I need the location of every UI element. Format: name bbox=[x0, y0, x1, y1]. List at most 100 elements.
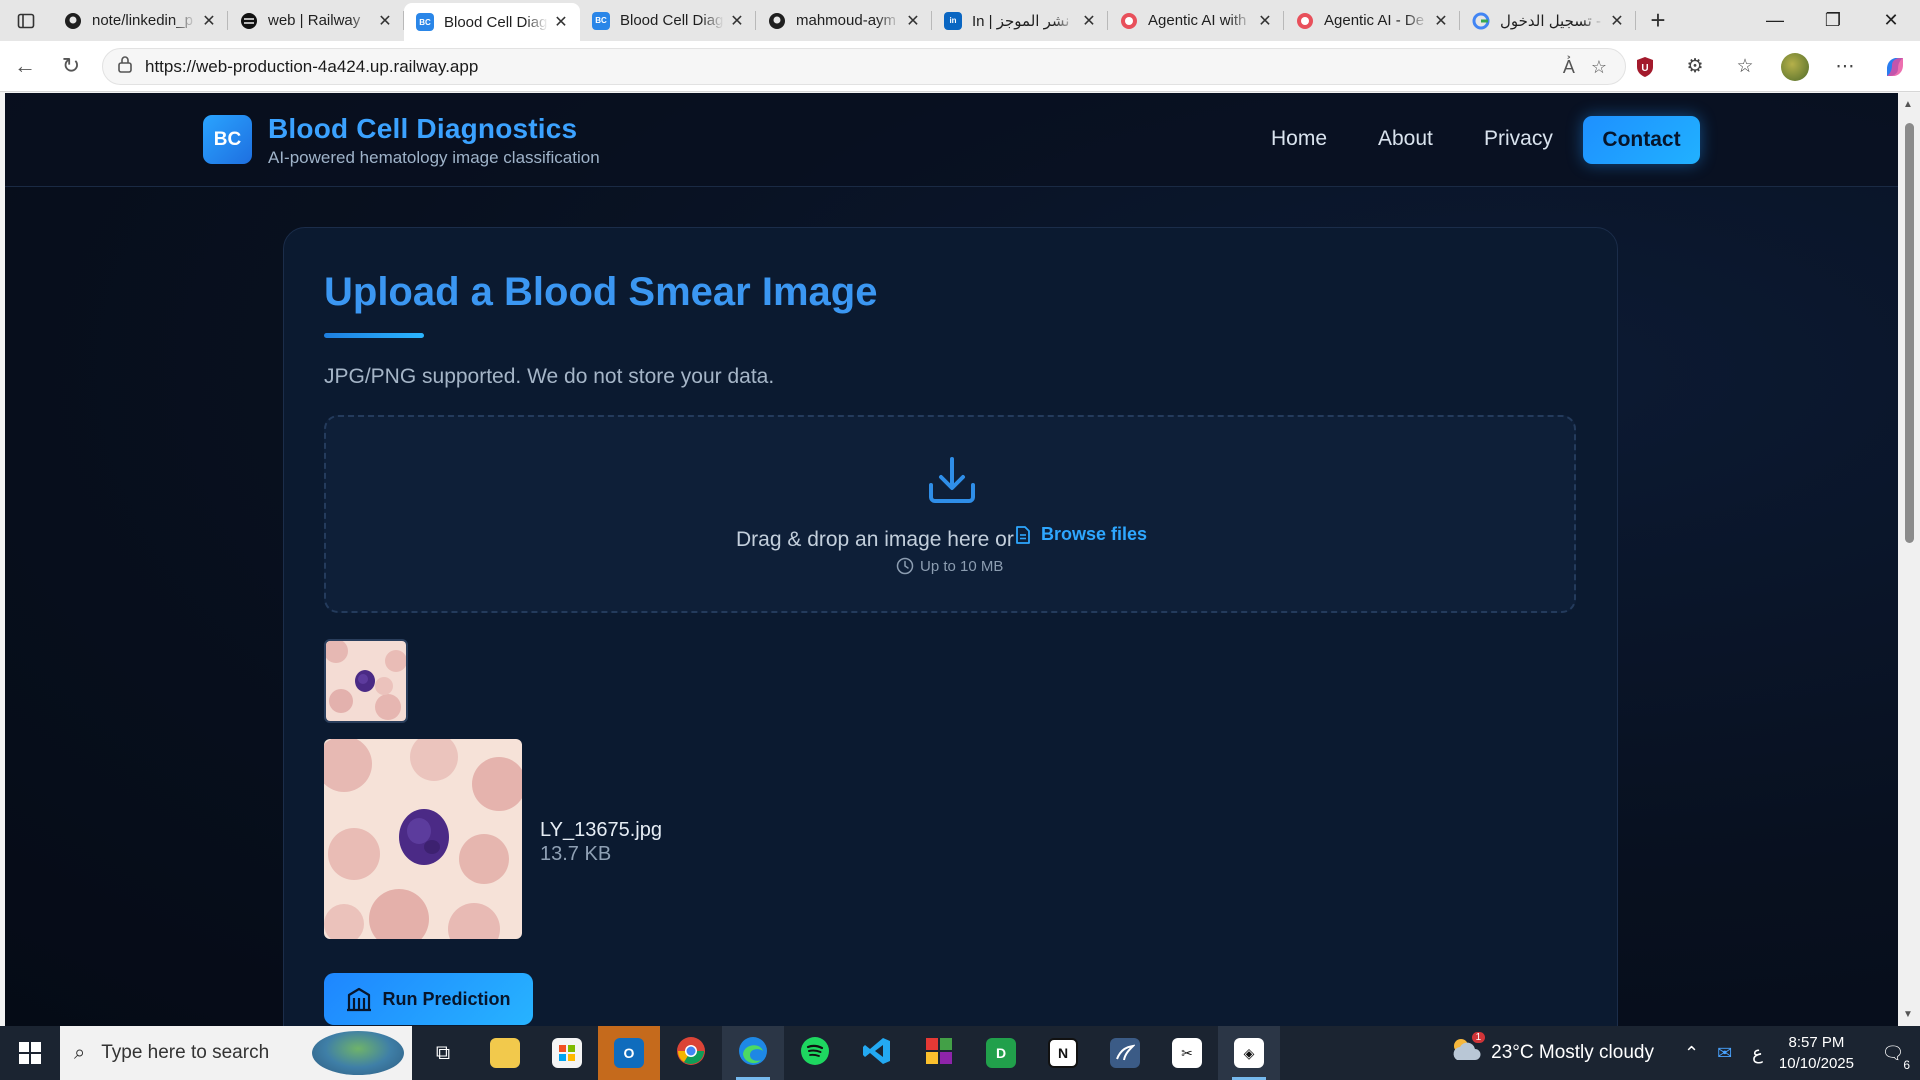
store-icon bbox=[552, 1038, 582, 1068]
browser-tab[interactable]: web | Railway ✕ bbox=[228, 0, 404, 41]
d-app-icon: D bbox=[986, 1038, 1016, 1068]
run-prediction-label: Run Prediction bbox=[382, 988, 511, 1009]
uploaded-image-thumbnail[interactable] bbox=[324, 639, 408, 723]
taskbar-app-mysql[interactable] bbox=[1094, 1026, 1156, 1080]
show-hidden-icons-chevron-icon[interactable]: ⌃ bbox=[1684, 1043, 1699, 1064]
close-icon[interactable]: ✕ bbox=[376, 11, 394, 31]
contact-button[interactable]: Contact bbox=[1583, 116, 1700, 164]
taskbar-search[interactable]: ⌕ Type here to search bbox=[60, 1026, 412, 1080]
weather-alert-badge: 1 bbox=[1471, 1032, 1486, 1043]
close-window-button[interactable]: ✕ bbox=[1862, 0, 1920, 41]
weather-widget[interactable]: 1 23°C Mostly cloudy bbox=[1449, 1032, 1654, 1070]
ublock-extension-icon[interactable]: U bbox=[1620, 41, 1670, 92]
browser-toolbar: ← ↻ https://web-production-4a424.up.rail… bbox=[0, 41, 1920, 92]
back-button[interactable]: ← bbox=[2, 46, 48, 86]
page-scrollbar[interactable]: ▲ ▼ bbox=[1898, 93, 1920, 1026]
restore-button[interactable]: ❐ bbox=[1804, 0, 1862, 41]
taskbar-app-file-explorer[interactable] bbox=[474, 1026, 536, 1080]
chrome-icon bbox=[676, 1036, 706, 1071]
browser-tab-active[interactable]: BC Blood Cell Diag ✕ bbox=[404, 3, 580, 41]
system-tray: 1 23°C Mostly cloudy ⌃ ✉ ع 8:57 PM 10/10… bbox=[1449, 1026, 1920, 1080]
read-aloud-icon[interactable]: A͐ bbox=[1563, 57, 1575, 78]
close-icon[interactable]: ✕ bbox=[200, 11, 218, 31]
taskbar-app-d[interactable]: D bbox=[970, 1026, 1032, 1080]
taskbar-search-placeholder: Type here to search bbox=[101, 1042, 270, 1063]
address-bar-actions: A͐ ☆ bbox=[1563, 49, 1607, 86]
browser-tab[interactable]: BC Blood Cell Diag ✕ bbox=[580, 0, 756, 41]
linkedin-icon: in bbox=[944, 11, 962, 30]
copilot-icon[interactable] bbox=[1870, 41, 1920, 92]
favorite-star-icon[interactable]: ☆ bbox=[1591, 57, 1607, 78]
browser-tab[interactable]: Agentic AI with ✕ bbox=[1108, 0, 1284, 41]
taskbar-clock[interactable]: 8:57 PM 10/10/2025 bbox=[1779, 1032, 1854, 1074]
windows-taskbar: ⌕ Type here to search ⧉ O D N ✂ ◈ 1 23°C… bbox=[0, 1026, 1920, 1080]
more-menu-icon[interactable]: ⋯ bbox=[1820, 41, 1870, 92]
tab-actions-button[interactable] bbox=[0, 0, 52, 41]
close-icon[interactable]: ✕ bbox=[552, 12, 570, 32]
scroll-up-arrow-icon[interactable]: ▲ bbox=[1903, 99, 1913, 110]
browser-tab[interactable]: mahmoud-aym ✕ bbox=[756, 0, 932, 41]
taskbar-app-edge[interactable] bbox=[722, 1026, 784, 1080]
close-icon[interactable]: ✕ bbox=[728, 11, 746, 31]
task-view-button[interactable]: ⧉ bbox=[412, 1026, 474, 1080]
close-icon[interactable]: ✕ bbox=[1608, 11, 1626, 31]
close-icon[interactable]: ✕ bbox=[1256, 11, 1274, 31]
input-language-indicator[interactable]: ع bbox=[1752, 1043, 1763, 1064]
scrollbar-thumb[interactable] bbox=[1905, 123, 1914, 543]
upload-note: JPG/PNG supported. We do not store your … bbox=[324, 365, 775, 388]
taskbar-app-cube[interactable]: ◈ bbox=[1218, 1026, 1280, 1080]
notification-center-button[interactable]: 🗨 6 bbox=[1872, 1026, 1914, 1080]
minimize-button[interactable]: — bbox=[1746, 0, 1804, 41]
tab-title: In | نشر الموجز bbox=[972, 12, 1070, 30]
site-info-icon[interactable] bbox=[117, 55, 133, 78]
extensions-icon[interactable]: ⚙ bbox=[1670, 41, 1720, 92]
new-tab-button[interactable]: + bbox=[1636, 5, 1680, 36]
reload-button[interactable]: ↻ bbox=[48, 46, 94, 86]
file-dropzone[interactable]: Drag & drop an image here or Browse file… bbox=[324, 415, 1576, 613]
taskbar-app-colors[interactable] bbox=[908, 1026, 970, 1080]
brand-title[interactable]: Blood Cell Diagnostics bbox=[268, 113, 577, 145]
profile-button[interactable] bbox=[1770, 41, 1820, 92]
address-bar[interactable]: https://web-production-4a424.up.railway.… bbox=[102, 48, 1626, 85]
outlook-icon: O bbox=[614, 1038, 644, 1068]
nav-home-link[interactable]: Home bbox=[1271, 127, 1327, 151]
site-logo[interactable]: BC bbox=[203, 115, 252, 164]
browser-tab[interactable]: تسجيل الدخول - ✕ bbox=[1460, 0, 1636, 41]
browser-tab[interactable]: note/linkedin_p ✕ bbox=[52, 0, 228, 41]
browser-tab[interactable]: Agentic AI - De ✕ bbox=[1284, 0, 1460, 41]
start-button[interactable] bbox=[0, 1026, 60, 1080]
close-icon[interactable]: ✕ bbox=[1432, 11, 1450, 31]
taskbar-app-spotify[interactable] bbox=[784, 1026, 846, 1080]
github-icon bbox=[64, 12, 82, 30]
taskbar-app-vscode[interactable] bbox=[846, 1026, 908, 1080]
document-icon bbox=[1016, 525, 1030, 544]
nav-about-link[interactable]: About bbox=[1378, 127, 1433, 151]
clock-time: 8:57 PM bbox=[1788, 1034, 1845, 1051]
file-size: 13.7 KB bbox=[540, 843, 612, 865]
close-icon[interactable]: ✕ bbox=[904, 11, 922, 31]
browser-tab[interactable]: in In | نشر الموجز ✕ bbox=[932, 0, 1108, 41]
cloudy-weather-icon: 1 bbox=[1449, 1032, 1486, 1070]
tab-title: mahmoud-aym bbox=[796, 12, 897, 29]
browse-files-button[interactable]: Browse files bbox=[1015, 524, 1147, 545]
taskbar-app-outlook[interactable]: O bbox=[598, 1026, 660, 1080]
favorites-icon[interactable]: ☆ bbox=[1720, 41, 1770, 92]
run-prediction-button[interactable]: Run Prediction bbox=[324, 973, 533, 1025]
close-icon[interactable]: ✕ bbox=[1080, 11, 1098, 31]
taskbar-app-chrome[interactable] bbox=[660, 1026, 722, 1080]
search-highlight-image bbox=[312, 1031, 404, 1075]
taskbar-app-capcut[interactable]: ✂ bbox=[1156, 1026, 1218, 1080]
onedrive-mail-icon[interactable]: ✉ bbox=[1717, 1043, 1732, 1064]
taskbar-app-store[interactable] bbox=[536, 1026, 598, 1080]
folder-icon bbox=[490, 1038, 520, 1068]
size-limit: Up to 10 MB bbox=[896, 557, 1003, 575]
image-preview bbox=[324, 739, 522, 939]
taskbar-app-notion[interactable]: N bbox=[1032, 1026, 1094, 1080]
red-circle-icon bbox=[1296, 12, 1314, 30]
scroll-down-arrow-icon[interactable]: ▼ bbox=[1903, 1009, 1913, 1020]
github-icon bbox=[768, 12, 786, 30]
upload-card: Upload a Blood Smear Image JPG/PNG suppo… bbox=[283, 227, 1618, 1026]
tab-title: Blood Cell Diag bbox=[444, 13, 548, 31]
tab-actions-icon bbox=[17, 13, 35, 28]
nav-privacy-link[interactable]: Privacy bbox=[1484, 127, 1553, 151]
